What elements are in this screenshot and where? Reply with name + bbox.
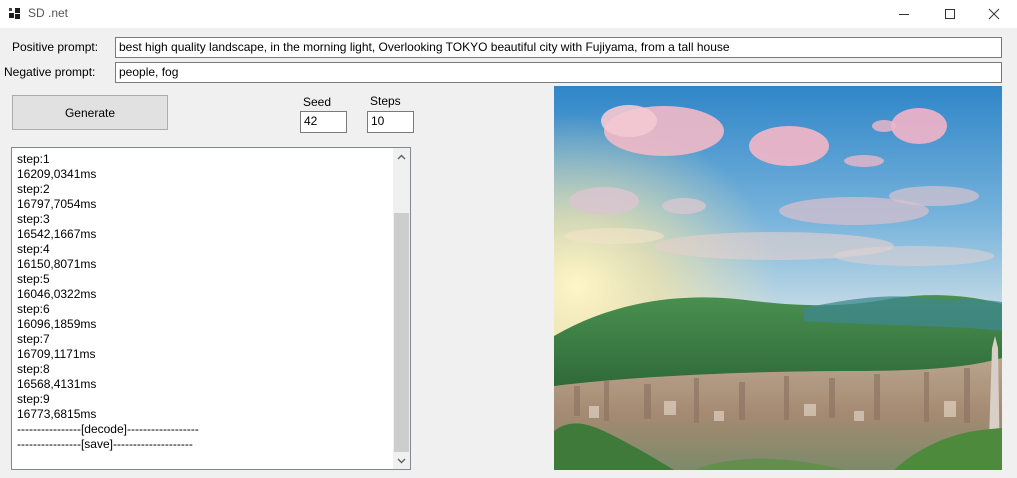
maximize-button[interactable] (927, 0, 973, 28)
negative-prompt-input[interactable]: people, fog (115, 62, 1002, 83)
generate-button-label: Generate (64, 105, 116, 120)
steps-input[interactable]: 10 (367, 111, 414, 133)
log-line: ----------------[save]------------------… (17, 437, 193, 451)
log-line: step:7 (17, 332, 50, 346)
log-line: 16046,0322ms (17, 287, 97, 301)
positive-prompt-input[interactable]: best high quality landscape, in the morn… (115, 37, 1002, 58)
log-line: 16150,8071ms (17, 257, 97, 271)
log-line: 16209,0341ms (17, 167, 97, 181)
log-line: 16542,1667ms (17, 227, 97, 241)
log-line: 16797,7054ms (17, 197, 97, 211)
app-icon (9, 8, 21, 20)
log-line: step:3 (17, 212, 50, 226)
seed-input[interactable]: 42 (300, 111, 347, 133)
generate-button[interactable]: Generate (12, 95, 168, 130)
log-line: step:6 (17, 302, 50, 316)
log-line: 16773,6815ms (17, 407, 97, 421)
log-line: step:1 (17, 152, 50, 166)
log-line: 16709,1171ms (17, 347, 96, 361)
seed-label: Seed (303, 95, 332, 109)
maximize-icon (945, 9, 955, 19)
log-line: 16568,4131ms (17, 377, 97, 391)
scroll-up-button[interactable] (393, 148, 410, 165)
log-lines: step:1 16209,0341ms step:2 16797,7054ms step… (17, 152, 387, 452)
log-line: step:9 (17, 392, 50, 406)
chevron-down-icon (397, 458, 406, 463)
steps-label: Steps (370, 94, 401, 108)
log-line: step:4 (17, 242, 50, 256)
minimize-icon (899, 14, 909, 15)
log-scrollbar[interactable] (393, 148, 410, 469)
generated-image (554, 86, 1002, 470)
close-button[interactable] (971, 0, 1017, 28)
log-line: ----------------[decode]----------------… (17, 422, 199, 436)
scroll-down-button[interactable] (393, 452, 410, 469)
positive-prompt-label: Positive prompt: (12, 40, 99, 54)
scroll-thumb[interactable] (394, 213, 409, 452)
title-bar: SD .net (0, 0, 1017, 28)
close-icon (988, 8, 1000, 20)
negative-prompt-label: Negative prompt: (4, 65, 96, 79)
log-line: 16096,1859ms (17, 317, 97, 331)
minimize-button[interactable] (881, 0, 927, 28)
log-line: step:5 (17, 272, 50, 286)
log-line: step:2 (17, 182, 50, 196)
log-line: step:8 (17, 362, 50, 376)
chevron-up-icon (397, 154, 406, 159)
log-output[interactable]: step:1 16209,0341ms step:2 16797,7054ms step… (11, 147, 411, 470)
window-title: SD .net (28, 6, 69, 20)
